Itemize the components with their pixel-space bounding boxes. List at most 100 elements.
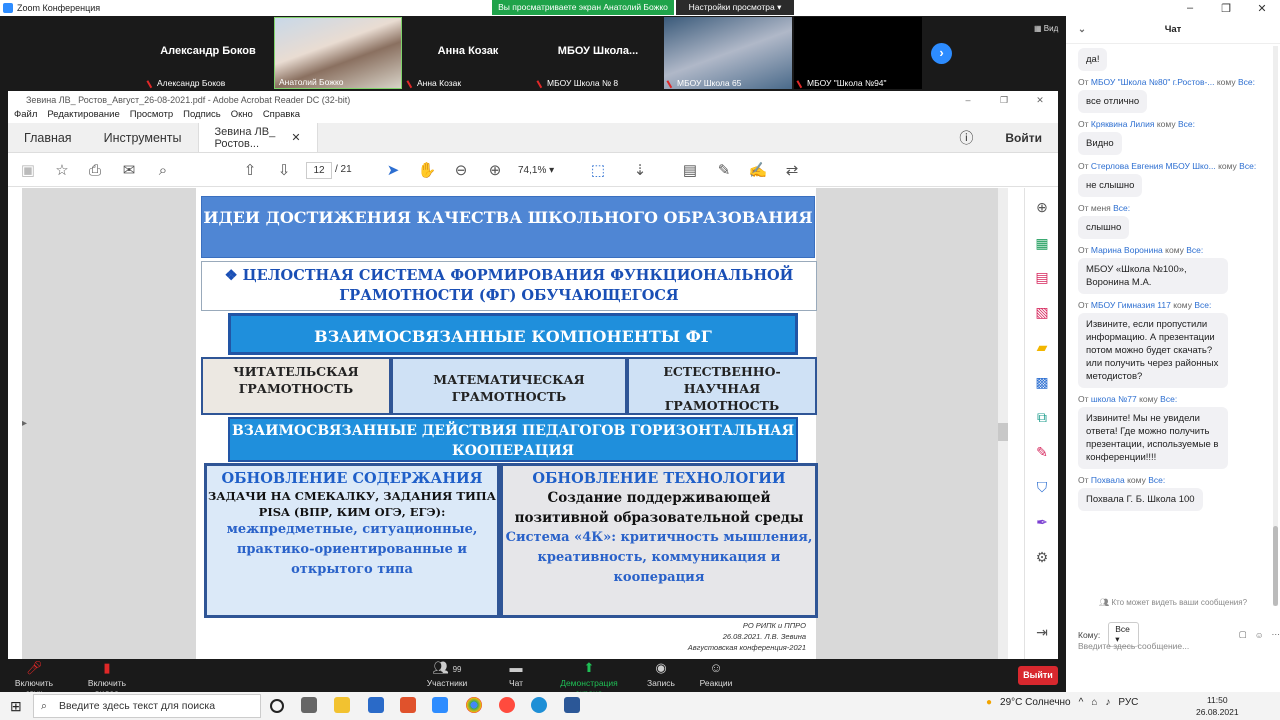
weather-text[interactable]: 29°C Солнечно (1000, 697, 1071, 708)
chat-input[interactable]: Введите здесь сообщение... (1078, 641, 1268, 651)
zoom-level-select[interactable]: 74,1% ▾ (518, 162, 570, 179)
participants-button[interactable]: 👥︎ 99 Участники (426, 661, 468, 689)
document-area[interactable]: ИДЕИ ДОСТИЖЕНИЯ КАЧЕСТВА ШКОЛЬНОГО ОБРАЗ… (22, 188, 1008, 659)
request-signature-icon[interactable]: ✒ (1033, 513, 1051, 531)
sign-icon[interactable]: ✍ (748, 160, 768, 180)
taskbar-clock[interactable]: 11:50 26.08.2021 (1196, 694, 1239, 718)
next-page-arrow-icon[interactable]: › (931, 43, 952, 64)
participant-tile-active[interactable]: Анатолий Божко (274, 17, 402, 89)
prev-page-icon[interactable]: ⇧ (240, 160, 260, 180)
emoji-icon[interactable]: ☺ (1255, 630, 1264, 640)
combine-files-icon[interactable]: ▩ (1033, 373, 1051, 391)
cortana-icon[interactable] (270, 699, 284, 713)
page-number-input[interactable]: 12 (306, 162, 332, 179)
zoom-taskbar-icon[interactable] (432, 697, 448, 713)
office-icon[interactable] (400, 697, 416, 713)
file-explorer-icon[interactable] (334, 697, 350, 713)
chat-scrollbar-thumb[interactable] (1273, 526, 1278, 606)
chat-button[interactable]: ▬ Чат (500, 661, 532, 689)
reactions-button[interactable]: ☺ Реакции (696, 661, 736, 689)
edge-icon[interactable] (531, 697, 547, 713)
chat-sender[interactable]: Похвала (1091, 475, 1125, 485)
network-icon[interactable]: ⌂ (1091, 697, 1097, 708)
fit-page-icon[interactable]: ⬚ (588, 160, 608, 180)
select-cursor-icon[interactable]: ➤ (383, 160, 403, 180)
email-icon[interactable]: ✉ (119, 160, 139, 180)
next-page-icon[interactable]: ⇩ (274, 160, 294, 180)
menu-file[interactable]: Файл (14, 109, 37, 123)
minimize-icon[interactable]: – (950, 95, 986, 105)
task-view-icon[interactable] (301, 697, 317, 713)
more-icon[interactable]: ⋯ (1272, 629, 1280, 640)
participant-tile[interactable]: Анна Козак Анна Козак (404, 17, 532, 89)
save-icon[interactable]: ▣ (18, 160, 38, 180)
chrome-icon[interactable] (466, 697, 482, 713)
record-button[interactable]: ◉ Запись (644, 661, 678, 689)
taskbar-search-input[interactable]: ⌕ Введите здесь текст для поиска (33, 694, 261, 718)
search-icon[interactable]: ⌕ (153, 160, 173, 180)
help-icon[interactable]: ⓘ (943, 123, 989, 152)
participant-tile[interactable]: МБОУ Школа 65 (664, 17, 792, 89)
scrollbar-thumb[interactable] (998, 423, 1008, 441)
windows-start-icon[interactable]: ⊞ (10, 698, 22, 715)
close-icon[interactable]: ✕ (1022, 95, 1058, 106)
leave-button[interactable]: Выйти (1018, 666, 1058, 685)
participant-tile[interactable]: МБОУ Школа... МБОУ Школа № 8 (534, 17, 662, 89)
chat-sender[interactable]: МБОУ Гимназия 117 (1091, 300, 1171, 310)
menu-edit[interactable]: Редактирование (47, 109, 119, 123)
mail-icon[interactable] (368, 697, 384, 713)
left-panel-toggle-icon[interactable]: ▸ (22, 418, 27, 429)
view-button[interactable]: ▦ Вид (1034, 24, 1058, 33)
maximize-icon[interactable]: ❐ (986, 95, 1022, 106)
comment-tool-icon[interactable]: ▰ (1033, 338, 1051, 356)
chat-sender[interactable]: Кряквина Лилия (1091, 119, 1155, 129)
bookmark-star-icon[interactable]: ☆ (52, 160, 72, 180)
comment-icon[interactable]: ▤ (680, 160, 700, 180)
menu-window[interactable]: Окно (231, 109, 253, 123)
collapse-panel-icon[interactable]: ⇥ (1033, 623, 1051, 641)
close-tab-icon[interactable]: ✕ (291, 131, 300, 144)
create-pdf-icon[interactable]: ▧ (1033, 303, 1051, 321)
tab-home[interactable]: Главная (8, 123, 88, 152)
maximize-icon[interactable]: ❐ (1208, 2, 1244, 15)
zoom-tool-icon[interactable]: ⊕ (1033, 198, 1051, 216)
word-icon[interactable] (564, 697, 580, 713)
signin-button[interactable]: Войти (989, 123, 1058, 152)
volume-icon[interactable]: ♪ (1105, 697, 1110, 708)
close-icon[interactable]: ✕ (1244, 2, 1280, 15)
chevron-down-icon[interactable]: ⌄ (1078, 16, 1086, 44)
tab-document[interactable]: Зевина ЛВ_ Ростов... ✕ (197, 123, 318, 152)
zoom-in-icon[interactable]: ⊕ (485, 160, 505, 180)
menu-help[interactable]: Справка (263, 109, 300, 123)
zoom-out-icon[interactable]: ⊖ (451, 160, 471, 180)
tab-tools[interactable]: Инструменты (88, 123, 198, 152)
scroll-mode-icon[interactable]: ⇣ (630, 160, 650, 180)
export-pdf-icon[interactable]: ▦ (1033, 234, 1051, 252)
yandex-browser-icon[interactable] (499, 697, 515, 713)
view-options-button[interactable]: Настройки просмотра ▾ (676, 0, 794, 15)
tray-chevron-icon[interactable]: ^ (1079, 697, 1084, 708)
menu-view[interactable]: Просмотр (130, 109, 173, 123)
who-can-see-link[interactable]: 👥︎ Кто может видеть ваши сообщения? (1066, 598, 1280, 607)
chat-sender[interactable]: школа №77 (1091, 394, 1137, 404)
participant-tile[interactable]: Александр Боков Александр Боков (144, 17, 272, 89)
organize-pages-icon[interactable]: ▤ (1033, 268, 1051, 286)
protect-shield-icon[interactable]: ⛉ (1033, 478, 1051, 496)
file-icon[interactable]: ▢ (1239, 629, 1247, 640)
more-tools-icon[interactable]: ⚙ (1033, 548, 1051, 566)
fill-sign-icon[interactable]: ✎ (1033, 443, 1051, 461)
minimize-icon[interactable]: – (1172, 2, 1208, 15)
chat-message-list[interactable]: да! От МБОУ "Школа №80" г.Ростов-... ком… (1066, 46, 1272, 606)
highlight-pen-icon[interactable]: ✎ (714, 160, 734, 180)
chat-sender[interactable]: Марина Воронина (1091, 245, 1163, 255)
menu-sign[interactable]: Подпись (183, 109, 221, 123)
chat-sender[interactable]: МБОУ "Школа №80" г.Ростов-... (1091, 77, 1215, 87)
language-indicator[interactable]: РУС (1118, 697, 1138, 708)
participant-tile[interactable]: МБОУ "Школа №94" (794, 17, 922, 89)
hand-tool-icon[interactable]: ✋ (417, 160, 437, 180)
print-icon[interactable]: ⎙ (85, 160, 105, 180)
chat-sender[interactable]: Стерлова Евгения МБОУ Шко... (1091, 161, 1216, 171)
vertical-scrollbar[interactable] (998, 188, 1008, 659)
chat-scrollbar[interactable] (1273, 46, 1278, 606)
compress-icon[interactable]: ⧉ (1033, 408, 1051, 426)
